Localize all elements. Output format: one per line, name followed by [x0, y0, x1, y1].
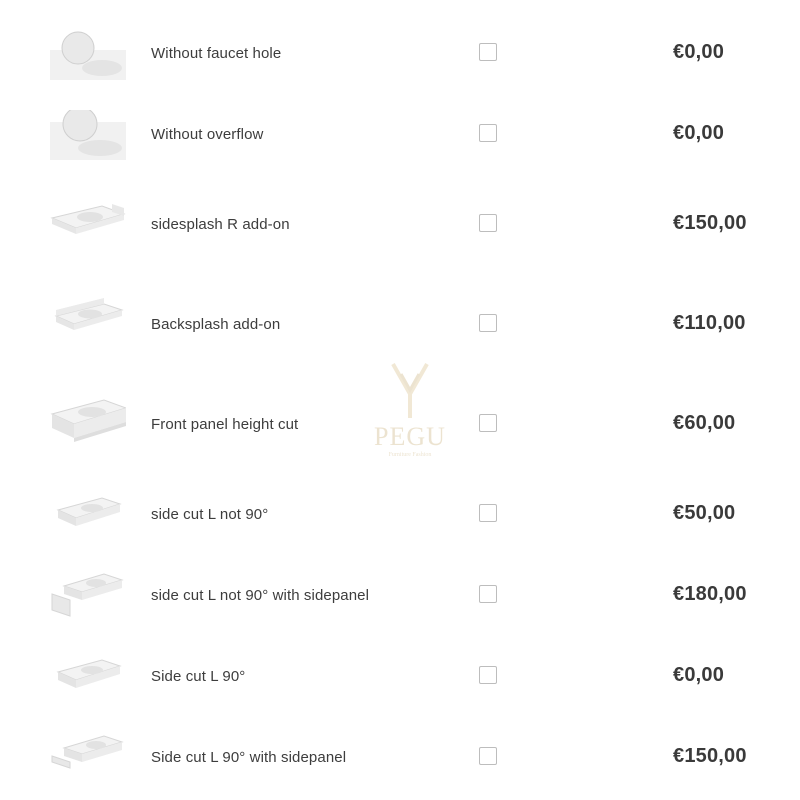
sink-round-mirror-thumbnail: [50, 30, 126, 80]
pegu-logo-icon: [391, 363, 429, 418]
option-checkbox[interactable]: [479, 666, 497, 684]
option-checkbox[interactable]: [479, 504, 497, 522]
option-checkbox[interactable]: [479, 314, 497, 332]
option-price: €0,00: [673, 41, 725, 63]
sink-side-cut-panel-thumbnail: [50, 732, 126, 782]
sink-front-panel-thumbnail: [50, 398, 126, 448]
watermark-brand: PEGU: [374, 422, 446, 451]
option-price: €50,00: [673, 502, 736, 524]
option-price: €150,00: [673, 212, 747, 234]
option-checkbox[interactable]: [479, 124, 497, 142]
option-label: side cut L not 90° with sidepanel: [151, 587, 370, 604]
option-label: Backsplash add-on: [151, 316, 281, 333]
option-label: Without faucet hole: [151, 45, 282, 62]
option-label: Without overflow: [151, 126, 264, 143]
option-label: Side cut L 90°: [151, 668, 246, 685]
sink-side-cut-panel-thumbnail: [50, 570, 126, 620]
sink-sidesplash-thumbnail: [50, 198, 126, 248]
option-price: €110,00: [673, 312, 746, 334]
option-label: Side cut L 90° with sidepanel: [151, 749, 347, 766]
sink-side-cut-thumbnail: [50, 654, 126, 704]
option-price: €150,00: [673, 745, 747, 767]
option-checkbox[interactable]: [479, 747, 497, 765]
option-checkbox[interactable]: [479, 214, 497, 232]
sink-round-mirror-thumbnail: [50, 110, 126, 160]
pegu-watermark-logo: PEGU Furniture Fashion: [355, 360, 465, 465]
sink-side-cut-thumbnail: [50, 492, 126, 542]
option-label: Front panel height cut: [151, 416, 299, 433]
option-checkbox[interactable]: [479, 43, 497, 61]
option-label: side cut L not 90°: [151, 506, 269, 523]
sink-backsplash-thumbnail: [50, 298, 126, 348]
option-price: €60,00: [673, 412, 736, 434]
option-checkbox[interactable]: [479, 585, 497, 603]
option-price: €180,00: [673, 583, 747, 605]
option-price: €0,00: [673, 664, 725, 686]
option-checkbox[interactable]: [479, 414, 497, 432]
watermark-tagline: Furniture Fashion: [388, 452, 432, 458]
option-price: €0,00: [673, 122, 725, 144]
option-label: sidesplash R add-on: [151, 216, 290, 233]
